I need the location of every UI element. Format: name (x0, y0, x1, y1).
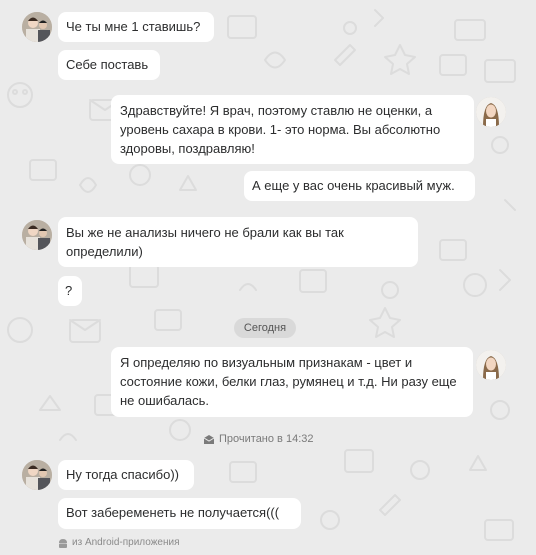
envelope-open-icon (203, 434, 215, 444)
message-incoming[interactable]: Вот забеременеть не получается((( (58, 498, 301, 529)
message-text: Че ты мне 1 ставишь? (66, 19, 201, 34)
avatar-photo-icon (22, 12, 52, 42)
date-divider: Сегодня (234, 318, 296, 338)
message-text: Вы же не анализы ничего не брали как вы … (66, 225, 344, 259)
message-outgoing[interactable]: Здравствуйте! Я врач, поэтому ставлю не … (111, 95, 474, 164)
avatar-photo-icon (476, 350, 506, 380)
message-text: Вот забеременеть не получается((( (66, 505, 280, 520)
message-text: Себе поставь (66, 57, 149, 72)
client-note: из Android-приложения (58, 535, 179, 551)
read-status: Прочитано в 14:32 (203, 430, 313, 448)
message-text: А еще у вас очень красивый муж. (252, 178, 455, 193)
message-incoming[interactable]: Вы же не анализы ничего не брали как вы … (58, 217, 418, 267)
avatar-user[interactable] (22, 12, 52, 42)
message-text: Здравствуйте! Я врач, поэтому ставлю не … (120, 103, 441, 156)
message-text: Я определяю по визуальным признакам - цв… (120, 355, 457, 408)
android-icon (59, 538, 67, 548)
avatar-photo-icon (476, 97, 506, 127)
message-incoming[interactable]: ? (58, 276, 82, 306)
avatar-user[interactable] (22, 220, 52, 250)
message-text: Ну тогда спасибо)) (66, 467, 179, 482)
avatar-doctor[interactable] (476, 97, 506, 127)
avatar-doctor[interactable] (476, 350, 506, 380)
message-incoming[interactable]: Че ты мне 1 ставишь? (58, 12, 214, 42)
avatar-photo-icon (22, 220, 52, 250)
message-outgoing[interactable]: Я определяю по визуальным признакам - цв… (111, 347, 473, 417)
avatar-user[interactable] (22, 460, 52, 490)
message-outgoing[interactable]: А еще у вас очень красивый муж. (244, 171, 475, 201)
message-text: ? (65, 283, 73, 298)
avatar-photo-icon (22, 460, 52, 490)
read-status-text: Прочитано в 14:32 (219, 433, 314, 445)
message-incoming[interactable]: Ну тогда спасибо)) (58, 460, 194, 490)
client-note-text: из Android-приложения (72, 537, 180, 548)
message-incoming[interactable]: Себе поставь (58, 50, 160, 80)
